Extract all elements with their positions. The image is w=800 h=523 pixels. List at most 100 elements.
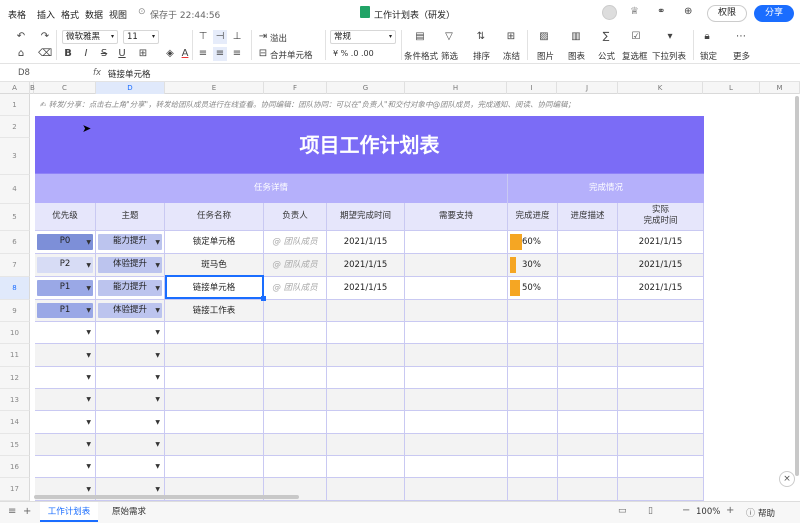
- zoom-in-icon[interactable]: +: [726, 505, 734, 516]
- font-color-icon[interactable]: A: [178, 47, 192, 61]
- border-icon[interactable]: ⊞: [136, 47, 150, 61]
- fill-handle[interactable]: [261, 296, 266, 301]
- cell-expected[interactable]: 2021/1/15: [327, 254, 405, 277]
- cell-expected[interactable]: [327, 300, 405, 322]
- align-bottom-icon[interactable]: ⊥: [230, 30, 244, 44]
- table-cell[interactable]: ▼: [96, 411, 165, 434]
- table-cell[interactable]: [618, 456, 704, 478]
- chevron-down-icon[interactable]: ▼: [155, 322, 160, 343]
- column-title-0[interactable]: 优先级: [35, 203, 96, 231]
- table-cell[interactable]: [165, 367, 264, 389]
- cell-actual[interactable]: [618, 300, 704, 322]
- row-header-12[interactable]: 12: [0, 367, 30, 389]
- column-header-d[interactable]: D: [96, 82, 165, 94]
- priority-select[interactable]: P2: [37, 257, 93, 273]
- column-header-h[interactable]: H: [405, 82, 507, 94]
- column-header-f[interactable]: F: [264, 82, 327, 94]
- row-header-17[interactable]: 17: [0, 478, 30, 501]
- tab-original-requirements[interactable]: 原始需求: [104, 502, 154, 522]
- table-cell[interactable]: [327, 478, 405, 501]
- table-cell[interactable]: [558, 231, 618, 254]
- table-cell[interactable]: ▼: [35, 322, 96, 344]
- chevron-down-icon[interactable]: ▼: [86, 300, 91, 321]
- chevron-down-icon[interactable]: ▼: [86, 434, 91, 455]
- table-cell[interactable]: [264, 389, 327, 411]
- chevron-down-icon[interactable]: ▼: [155, 277, 160, 299]
- freeze-label[interactable]: 冻结: [503, 50, 520, 62]
- table-cell[interactable]: [165, 456, 264, 478]
- chevron-down-icon[interactable]: ▼: [155, 411, 160, 433]
- cell-owner[interactable]: @ 团队成员: [264, 277, 327, 300]
- table-cell[interactable]: [165, 434, 264, 456]
- table-cell[interactable]: [327, 344, 405, 367]
- chevron-down-icon[interactable]: ▼: [155, 389, 160, 410]
- trophy-icon[interactable]: ♕: [630, 6, 639, 17]
- chevron-down-icon[interactable]: ▼: [155, 367, 160, 388]
- priority-select[interactable]: P1: [37, 280, 93, 296]
- table-cell[interactable]: [508, 322, 558, 344]
- column-title-5[interactable]: 需要支持: [405, 203, 508, 231]
- table-cell[interactable]: 体验提升 ▼: [96, 300, 165, 322]
- table-cell[interactable]: ▼: [35, 456, 96, 478]
- column-header-e[interactable]: E: [165, 82, 264, 94]
- chevron-down-icon[interactable]: ▼: [155, 231, 160, 253]
- sheet-grid[interactable]: ✍ 转发/分享：点击右上角"分享"，转发给团队成员进行在线查看。协同编辑：团队协…: [30, 94, 800, 501]
- priority-select[interactable]: P1: [37, 303, 93, 318]
- formula-icon[interactable]: ∑: [599, 30, 613, 44]
- row-header-7[interactable]: 7: [0, 254, 30, 277]
- column-title-4[interactable]: 期望完成时间: [327, 203, 405, 231]
- table-cell[interactable]: [405, 254, 508, 277]
- table-cell[interactable]: [508, 389, 558, 411]
- sort-label[interactable]: 排序: [473, 50, 490, 62]
- row-header-15[interactable]: 15: [0, 434, 30, 456]
- menu-table[interactable]: 表格: [8, 8, 26, 21]
- table-cell[interactable]: [558, 456, 618, 478]
- chevron-down-icon[interactable]: ▼: [86, 231, 91, 253]
- chevron-down-icon[interactable]: ▼: [86, 389, 91, 410]
- row-header-16[interactable]: 16: [0, 456, 30, 478]
- table-cell[interactable]: [508, 411, 558, 434]
- cell-actual[interactable]: 2021/1/15: [618, 254, 704, 277]
- table-cell[interactable]: [558, 277, 618, 300]
- table-cell[interactable]: [264, 322, 327, 344]
- image-label[interactable]: 图片: [537, 50, 554, 62]
- share-button[interactable]: 分享: [754, 5, 794, 22]
- table-cell[interactable]: 能力提升 ▼: [96, 231, 165, 254]
- table-cell[interactable]: ▼: [35, 367, 96, 389]
- table-cell[interactable]: P1 ▼: [35, 300, 96, 322]
- table-cell[interactable]: [264, 367, 327, 389]
- table-cell[interactable]: [405, 231, 508, 254]
- table-cell[interactable]: [264, 411, 327, 434]
- row-header-11[interactable]: 11: [0, 344, 30, 367]
- link-icon[interactable]: ⚭: [657, 6, 665, 17]
- table-cell[interactable]: [558, 389, 618, 411]
- table-cell[interactable]: [558, 344, 618, 367]
- column-header-j[interactable]: J: [557, 82, 618, 94]
- merge-cells-icon[interactable]: ⊟: [256, 47, 270, 61]
- table-cell[interactable]: [405, 411, 508, 434]
- globe-icon[interactable]: ⊕: [684, 6, 692, 17]
- chevron-down-icon[interactable]: ▼: [155, 434, 160, 455]
- table-cell[interactable]: [508, 300, 558, 322]
- table-cell[interactable]: ▼: [96, 389, 165, 411]
- column-title-7[interactable]: 进度描述: [558, 203, 618, 231]
- cell-expected[interactable]: 2021/1/15: [327, 231, 405, 254]
- menu-format[interactable]: 格式: [61, 8, 79, 21]
- table-cell[interactable]: [165, 411, 264, 434]
- table-cell[interactable]: [405, 344, 508, 367]
- cell-actual[interactable]: 2021/1/15: [618, 231, 704, 254]
- menu-insert[interactable]: 插入: [37, 8, 55, 21]
- table-cell[interactable]: [405, 300, 508, 322]
- lock-label[interactable]: 锁定: [700, 50, 717, 62]
- table-cell[interactable]: [327, 434, 405, 456]
- overflow-label[interactable]: 溢出: [270, 32, 287, 44]
- fill-color-icon[interactable]: ◈: [163, 47, 177, 61]
- cell-expected[interactable]: 2021/1/15: [327, 277, 405, 300]
- table-cell[interactable]: 能力提升 ▼: [96, 277, 165, 300]
- row-header-9[interactable]: 9: [0, 300, 30, 322]
- chart-label[interactable]: 图表: [568, 50, 585, 62]
- zoom-out-icon[interactable]: −: [682, 505, 690, 516]
- strikethrough-icon[interactable]: S: [97, 47, 111, 61]
- chevron-down-icon[interactable]: ▼: [86, 367, 91, 388]
- table-cell[interactable]: [405, 434, 508, 456]
